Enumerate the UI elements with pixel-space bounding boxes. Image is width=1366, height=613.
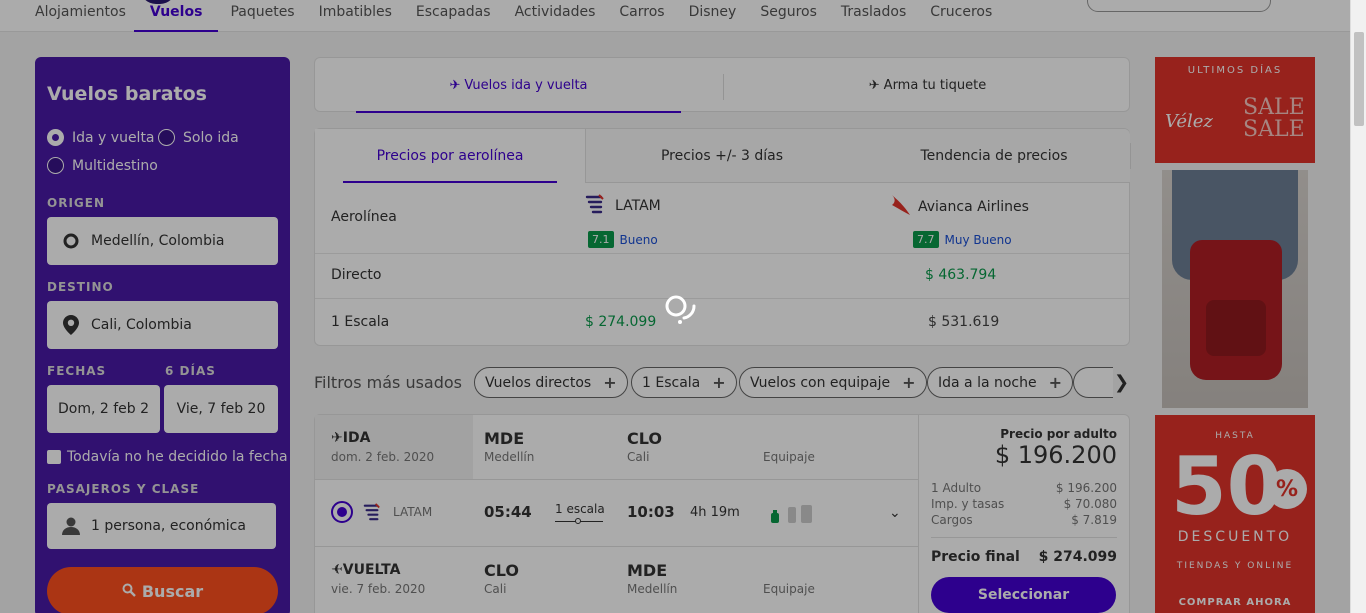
page-scrollbar[interactable] [1350,0,1366,613]
loading-spinner-icon [662,292,696,326]
scrollbar-thumb[interactable] [1354,32,1364,126]
